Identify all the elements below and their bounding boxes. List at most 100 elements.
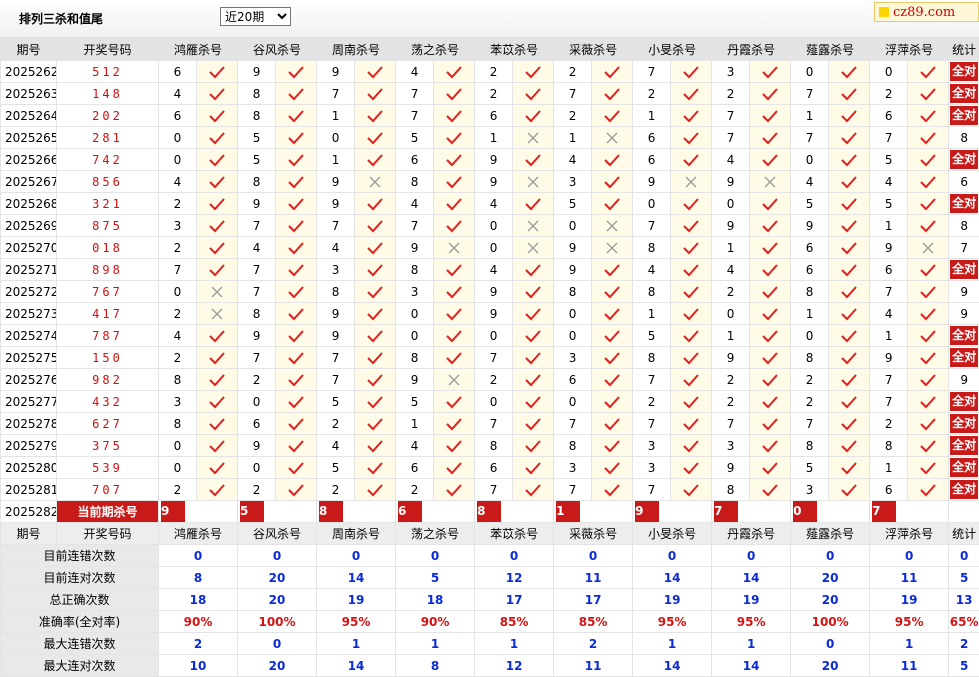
cross-icon — [592, 219, 632, 233]
site-logo[interactable]: cz89.com — [874, 2, 979, 22]
summary-row: 最大连错次数20111211012 — [1, 633, 979, 655]
result-mark-cell — [671, 193, 712, 215]
kill-number-cell: 1 — [317, 105, 355, 127]
check-icon — [276, 153, 316, 167]
all-correct-badge: 全对 — [950, 84, 978, 103]
summary-value: 20 — [238, 655, 317, 677]
check-icon — [513, 483, 553, 497]
current-kill-badge: 7 — [872, 501, 896, 522]
result-mark-cell — [750, 325, 791, 347]
kill-number-cell: 9 — [475, 303, 513, 325]
kill-number-cell: 0 — [554, 325, 592, 347]
result-mark-cell — [908, 391, 949, 413]
check-icon — [671, 417, 711, 431]
check-icon — [434, 219, 474, 233]
draw-number-cell: 707 — [57, 479, 159, 501]
check-icon — [276, 65, 316, 79]
check-icon — [908, 131, 948, 145]
kill-number-cell: 7 — [712, 127, 750, 149]
summary-value: 20 — [238, 567, 317, 589]
kill-number-cell: 0 — [554, 215, 592, 237]
summary-value: 11 — [554, 567, 633, 589]
summary-value: 14 — [633, 655, 712, 677]
kill-number-cell: 8 — [554, 435, 592, 457]
check-icon — [355, 219, 395, 233]
stat-cell: 6 — [949, 171, 979, 193]
check-icon — [671, 329, 711, 343]
check-icon — [197, 395, 237, 409]
kill-number-cell: 6 — [633, 149, 671, 171]
result-mark-cell — [908, 61, 949, 83]
check-icon — [276, 175, 316, 189]
result-mark-cell — [750, 171, 791, 193]
kill-number-cell: 3 — [712, 61, 750, 83]
kill-number-cell: 5 — [317, 457, 355, 479]
result-mark-cell — [829, 369, 870, 391]
result-mark-cell — [829, 105, 870, 127]
result-mark-cell — [197, 479, 238, 501]
summary-value: 5 — [396, 567, 475, 589]
draw-number-cell: 539 — [57, 457, 159, 479]
kill-number-cell: 3 — [554, 347, 592, 369]
result-mark-cell — [592, 171, 633, 193]
current-kill-cell: 1 — [554, 501, 633, 523]
result-mark-cell — [355, 281, 396, 303]
stat-cell: 全对 — [949, 479, 979, 501]
all-correct-badge: 全对 — [950, 458, 978, 477]
result-mark-cell — [750, 83, 791, 105]
result-mark-cell — [750, 105, 791, 127]
summary-value: 85% — [475, 611, 554, 633]
check-icon — [908, 263, 948, 277]
stat-cell: 全对 — [949, 325, 979, 347]
kill-number-cell: 7 — [712, 105, 750, 127]
summary-label: 最大连对次数 — [1, 655, 159, 677]
col-expert: 谷风杀号 — [238, 39, 317, 61]
col-stats: 统计 — [949, 523, 979, 545]
result-mark-cell — [355, 61, 396, 83]
result-mark-cell — [671, 281, 712, 303]
summary-value: 20 — [791, 655, 870, 677]
draw-number-cell: 512 — [57, 61, 159, 83]
check-icon — [355, 329, 395, 343]
kill-number-cell: 7 — [870, 369, 908, 391]
result-mark-cell — [908, 347, 949, 369]
all-correct-badge: 全对 — [950, 348, 978, 367]
check-icon — [908, 351, 948, 365]
summary-header-row: 期号开奖号码鸿雁杀号谷风杀号周南杀号荡之杀号苯苡杀号采薇杀号小旻杀号丹霞杀号薤露… — [1, 523, 979, 545]
result-mark-cell — [434, 369, 475, 391]
summary-value: 13 — [949, 589, 979, 611]
kill-number-cell: 7 — [554, 83, 592, 105]
check-icon — [829, 87, 869, 101]
all-correct-badge: 全对 — [950, 150, 978, 169]
check-icon — [434, 395, 474, 409]
kill-number-cell: 0 — [475, 325, 513, 347]
current-kill-cell: 0 — [791, 501, 870, 523]
kill-number-cell: 6 — [870, 479, 908, 501]
check-icon — [829, 307, 869, 321]
summary-value: 12 — [475, 655, 554, 677]
result-mark-cell — [829, 237, 870, 259]
kill-number-cell: 1 — [791, 105, 829, 127]
result-mark-cell — [197, 325, 238, 347]
check-icon — [434, 483, 474, 497]
result-mark-cell — [592, 237, 633, 259]
result-mark-cell — [513, 105, 554, 127]
check-icon — [592, 87, 632, 101]
kill-number-cell: 8 — [159, 413, 197, 435]
period-select[interactable]: 近20期 — [220, 7, 291, 26]
kill-number-cell: 8 — [791, 347, 829, 369]
summary-value: 0 — [949, 545, 979, 567]
issue-cell: 2025271 — [1, 259, 57, 281]
check-icon — [513, 329, 553, 343]
kill-number-cell: 2 — [554, 61, 592, 83]
draw-number-cell: 432 — [57, 391, 159, 413]
kill-number-cell: 8 — [633, 281, 671, 303]
check-icon — [434, 417, 474, 431]
result-mark-cell — [434, 457, 475, 479]
stat-cell: 8 — [949, 127, 979, 149]
summary-value: 12 — [475, 567, 554, 589]
result-mark-cell — [197, 149, 238, 171]
result-mark-cell — [276, 105, 317, 127]
check-icon — [276, 395, 316, 409]
kill-number-cell: 9 — [475, 149, 513, 171]
